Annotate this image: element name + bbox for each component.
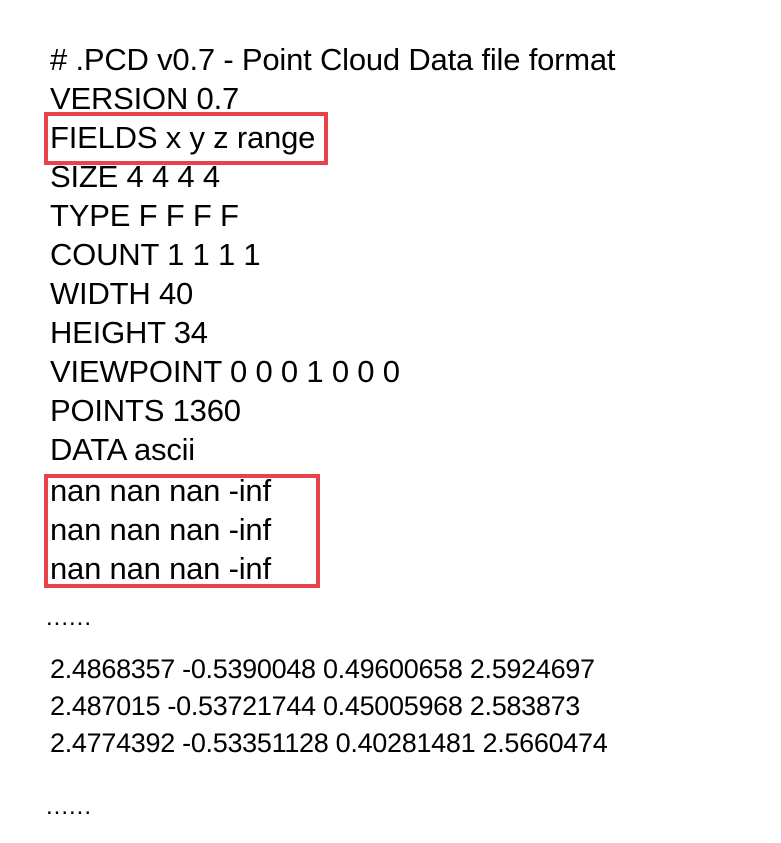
data-row: 2.4774392 -0.53351128 0.40281481 2.56604… [50,728,608,758]
data-line: DATA ascii [50,432,195,467]
width-line: WIDTH 40 [50,276,194,311]
nan-rows-highlight-box [44,474,320,588]
points-line: POINTS 1360 [50,393,241,428]
pcd-comment-line: # .PCD v0.7 - Point Cloud Data file form… [50,42,616,77]
fields-highlight-box [44,112,328,165]
height-line: HEIGHT 34 [50,315,208,350]
ellipsis: ...... [46,793,93,820]
viewpoint-line: VIEWPOINT 0 0 0 1 0 0 0 [50,354,400,389]
type-line: TYPE F F F F [50,198,239,233]
data-row: 2.487015 -0.53721744 0.45005968 2.583873 [50,691,581,721]
count-line: COUNT 1 1 1 1 [50,237,261,272]
ellipsis: ...... [46,604,93,631]
data-row: 2.4868357 -0.5390048 0.49600658 2.592469… [50,654,595,684]
